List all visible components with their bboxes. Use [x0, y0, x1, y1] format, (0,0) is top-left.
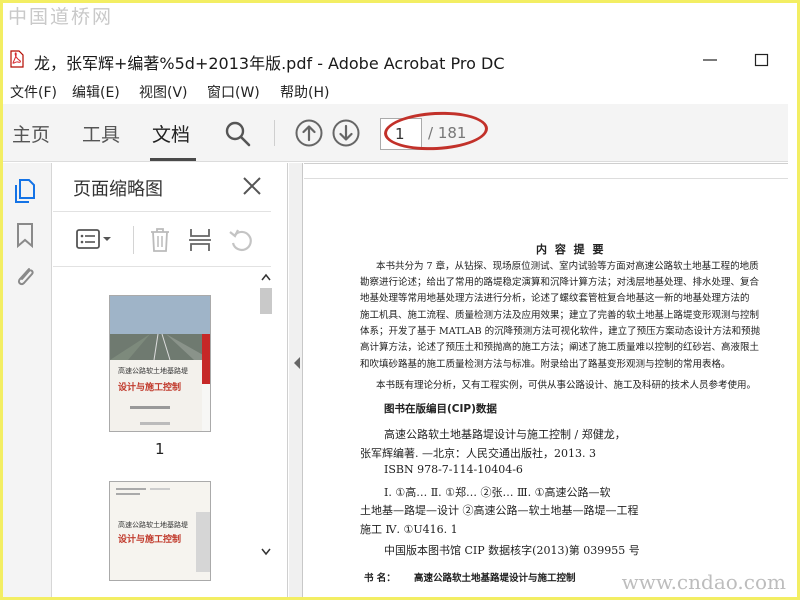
- cip-line: 高速公路软土地基路堤设计与施工控制 / 郑健龙，: [384, 428, 626, 441]
- book-name-value: 高速公路软土地基路堤设计与施工控制: [414, 573, 576, 584]
- window-title: 龙，张军辉+编著%5d+2013年版.pdf - Adobe Acrobat P…: [34, 54, 505, 73]
- thumbnail-toolbar-divider: [133, 226, 134, 254]
- summary-line: 体系；开发了基于 MATLAB 的沉降预测方法可视化软件，建立了预压方案动态设计…: [360, 326, 761, 337]
- cip-line: 中国版本图书馆 CIP 数据核字(2013)第 039955 号: [384, 544, 640, 557]
- left-navigation-rail: [0, 163, 52, 600]
- tab-document[interactable]: 文档: [152, 120, 190, 147]
- summary-line: 施工机具、施工流程、质量检测方法及应用效果；建立了完善的软土地基上路堤变形观测与…: [360, 310, 760, 321]
- menu-bar: 文件(F) 编辑(E) 视图(V) 窗口(W) 帮助(H): [0, 80, 800, 102]
- summary-line: 高计算方法，论述了预压土和预抛高的施工方法；阐述了施工质量难以控制的红砂岩、高液…: [360, 342, 760, 353]
- cover-title: 设计与施工控制: [118, 383, 182, 393]
- watermark-url-bottom: www.cndao.com: [621, 570, 786, 594]
- panel-collapse-handle[interactable]: [289, 163, 303, 600]
- summary-line: 本书共分为 7 章，从钻探、现场原位测试、室内试验等方面对高速公路软土地基工程的…: [376, 261, 759, 272]
- pdf-page: 内 容 提 要 本书共分为 7 章，从钻探、现场原位测试、室内试验等方面对高速公…: [304, 178, 788, 600]
- cover-subtitle: 高速公路软土地基路堤: [118, 521, 188, 529]
- toolbar-divider: [274, 120, 275, 146]
- thumbnail-page-label: 1: [155, 440, 165, 458]
- previous-page-icon[interactable]: [294, 118, 324, 148]
- acrobat-pdf-icon: [10, 50, 24, 68]
- tab-tools[interactable]: 工具: [82, 120, 120, 147]
- cip-line: 施工 Ⅳ. ①U416. 1: [360, 523, 458, 536]
- book-name-label: 书 名：: [364, 573, 396, 584]
- page-thumbnail-2[interactable]: 高速公路软土地基路堤 设计与施工控制: [109, 481, 211, 581]
- cip-heading: 图书在版编目(CIP)数据: [384, 403, 497, 415]
- page-thumbnails-panel: 页面缩略图 高速公路软土地基路堤 设计与施工控制 1 高速公路软土地基路堤 设计…: [53, 163, 288, 600]
- panel-title: 页面缩略图: [73, 179, 163, 200]
- cip-line: ISBN 978-7-114-10404-6: [384, 463, 523, 476]
- cip-line: 土地基—路堤—设计 ②高速公路—软土地基—路堤—工程: [360, 504, 639, 517]
- next-page-icon[interactable]: [331, 118, 361, 148]
- summary-line: 本书既有理论分析，又有工程实例，可供从事公路设计、施工及科研的技术人员参考使用。: [376, 380, 757, 391]
- cover-title: 设计与施工控制: [118, 535, 182, 545]
- document-view[interactable]: 内 容 提 要 本书共分为 7 章，从钻探、现场原位测试、室内试验等方面对高速公…: [304, 163, 788, 600]
- window-title-bar: 龙，张军辉+编著%5d+2013年版.pdf - Adobe Acrobat P…: [0, 44, 800, 76]
- close-icon[interactable]: [241, 175, 263, 197]
- options-menu-icon[interactable]: [75, 226, 113, 252]
- minimize-icon[interactable]: [700, 50, 720, 70]
- maximize-icon[interactable]: [752, 50, 772, 70]
- summary-line: 和吹填砂路基的施工质量检测方法与标准。附录给出了路基变形观测与控制的常用表格。: [360, 359, 731, 370]
- menu-view[interactable]: 视图(V): [139, 82, 188, 102]
- pages-icon[interactable]: [12, 177, 38, 205]
- cover-photo-road: [110, 296, 210, 431]
- rotate-icon[interactable]: [227, 226, 255, 254]
- menu-help[interactable]: 帮助(H): [280, 82, 329, 102]
- summary-heading: 内 容 提 要: [536, 243, 606, 256]
- summary-line: 勘察进行论述；给出了常用的路堤稳定演算和沉降计算方法；对浅层地基处理、排水处理、…: [360, 277, 760, 288]
- search-icon[interactable]: [224, 120, 252, 148]
- page-thumbnail-1[interactable]: 高速公路软土地基路堤 设计与施工控制: [109, 295, 211, 432]
- watermark-logo-top: 中国道桥网: [8, 6, 114, 28]
- thumbnail-toolbar: [53, 211, 271, 267]
- thumbnail-scrollbar[interactable]: [259, 271, 273, 561]
- menu-file[interactable]: 文件(F): [10, 82, 57, 102]
- tab-home[interactable]: 主页: [12, 120, 50, 147]
- cover-subtitle: 高速公路软土地基路堤: [118, 367, 188, 375]
- collapse-arrow-icon: [294, 357, 300, 369]
- cip-line: 张军辉编著. —北京：人民交通出版社，2013. 3: [360, 447, 596, 460]
- extract-pages-icon[interactable]: [187, 226, 213, 254]
- attachment-icon[interactable]: [12, 263, 38, 291]
- cip-line: Ⅰ. ①高… Ⅱ. ①郑… ②张… Ⅲ. ①高速公路—软: [384, 486, 611, 499]
- menu-window[interactable]: 窗口(W): [207, 82, 260, 102]
- summary-line: 地基处理等常用地基处理方法进行分析，论述了螺纹套管桩复合地基这一新的地基处理方法…: [360, 293, 750, 304]
- menu-edit[interactable]: 编辑(E): [72, 82, 120, 102]
- active-tab-underline: [150, 158, 196, 161]
- delete-icon[interactable]: [147, 226, 173, 254]
- bookmark-icon[interactable]: [12, 221, 38, 249]
